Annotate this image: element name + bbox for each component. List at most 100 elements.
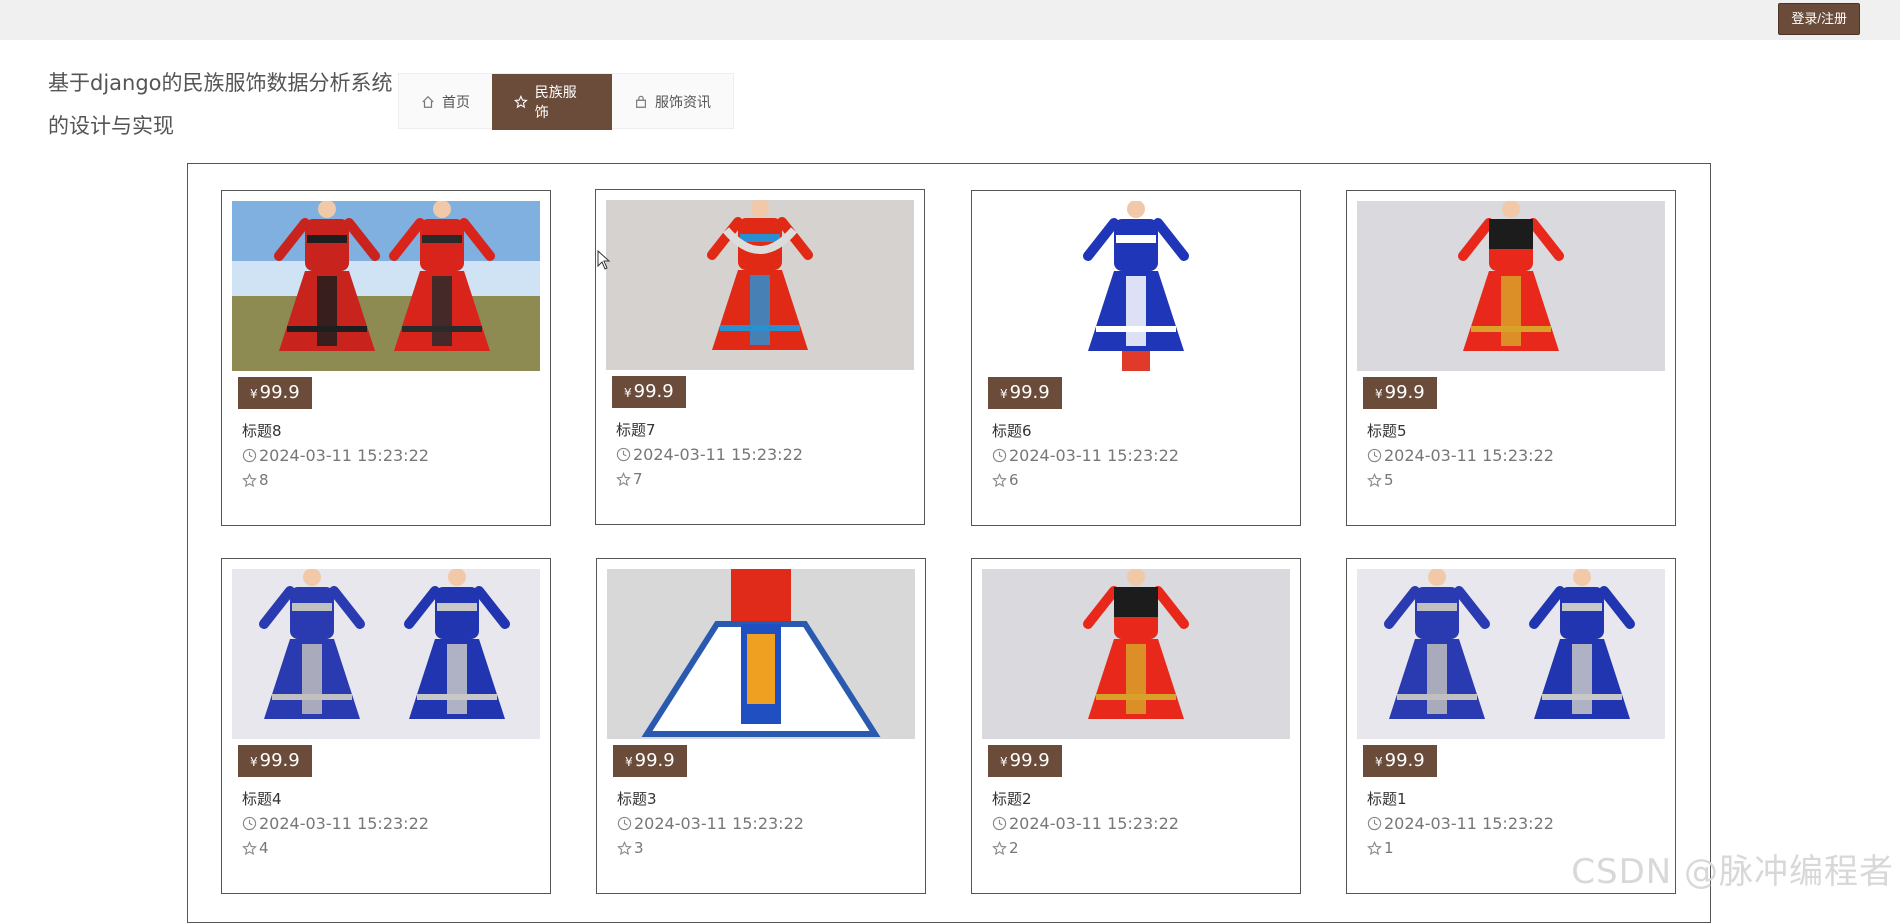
currency-symbol: ¥	[1000, 387, 1008, 401]
product-image[interactable]	[982, 201, 1290, 371]
product-title[interactable]: 标题6	[992, 420, 1032, 441]
top-bar: 登录/注册	[0, 0, 1900, 40]
product-title[interactable]: 标题8	[242, 420, 282, 441]
clock-icon	[1367, 448, 1382, 463]
login-register-button[interactable]: 登录/注册	[1778, 3, 1860, 35]
star-icon	[617, 841, 632, 856]
product-date: 2024-03-11 15:23:22	[616, 445, 803, 464]
product-date: 2024-03-11 15:23:22	[992, 814, 1179, 833]
mouse-cursor-icon	[597, 250, 611, 270]
price-value: 99.9	[1010, 750, 1050, 771]
product-likes: 7	[616, 470, 643, 488]
clock-icon	[617, 816, 632, 831]
price-badge: ¥99.9	[238, 745, 312, 777]
product-title[interactable]: 标题1	[1367, 788, 1407, 809]
star-icon	[992, 473, 1007, 488]
product-title[interactable]: 标题2	[992, 788, 1032, 809]
clock-icon	[992, 448, 1007, 463]
star-icon	[992, 841, 1007, 856]
price-badge: ¥99.9	[1363, 377, 1437, 409]
clock-icon	[992, 816, 1007, 831]
product-title[interactable]: 标题7	[616, 419, 656, 440]
date-text: 2024-03-11 15:23:22	[259, 814, 429, 833]
product-likes: 5	[1367, 471, 1394, 489]
currency-symbol: ¥	[1375, 755, 1383, 769]
product-image[interactable]	[1357, 569, 1665, 739]
product-likes: 6	[992, 471, 1019, 489]
star-icon	[616, 472, 631, 487]
product-date: 2024-03-11 15:23:22	[242, 814, 429, 833]
main-nav: 首页 民族服饰 服饰资讯	[398, 73, 734, 129]
nav-item-label: 服饰资讯	[655, 92, 711, 112]
clock-icon	[1367, 816, 1382, 831]
star-icon	[242, 473, 257, 488]
star-icon	[242, 841, 257, 856]
date-text: 2024-03-11 15:23:22	[633, 445, 803, 464]
product-date: 2024-03-11 15:23:22	[1367, 446, 1554, 465]
price-badge: ¥99.9	[613, 745, 687, 777]
currency-symbol: ¥	[624, 386, 632, 400]
product-date: 2024-03-11 15:23:22	[242, 446, 429, 465]
date-text: 2024-03-11 15:23:22	[634, 814, 804, 833]
price-value: 99.9	[1385, 750, 1425, 771]
product-title[interactable]: 标题3	[617, 788, 657, 809]
price-value: 99.9	[260, 382, 300, 403]
product-card[interactable]: ¥99.9 标题5 2024-03-11 15:23:22 5	[1346, 190, 1676, 526]
nav-item-label: 民族服饰	[535, 82, 590, 122]
likes-count: 7	[633, 470, 643, 488]
price-value: 99.9	[634, 381, 674, 402]
product-date: 2024-03-11 15:23:22	[992, 446, 1179, 465]
nav-item-ethnic-costumes[interactable]: 民族服饰	[492, 74, 612, 130]
product-image[interactable]	[232, 201, 540, 371]
product-title[interactable]: 标题5	[1367, 420, 1407, 441]
currency-symbol: ¥	[250, 755, 258, 769]
star-icon	[1367, 473, 1382, 488]
currency-symbol: ¥	[1000, 755, 1008, 769]
currency-symbol: ¥	[625, 755, 633, 769]
price-badge: ¥99.9	[988, 745, 1062, 777]
date-text: 2024-03-11 15:23:22	[259, 446, 429, 465]
likes-count: 6	[1009, 471, 1019, 489]
site-title: 基于django的民族服饰数据分析系统的设计与实现	[48, 62, 393, 148]
product-image[interactable]	[1357, 201, 1665, 371]
product-image[interactable]	[607, 569, 915, 739]
date-text: 2024-03-11 15:23:22	[1384, 446, 1554, 465]
price-value: 99.9	[1385, 382, 1425, 403]
likes-count: 5	[1384, 471, 1394, 489]
product-likes: 3	[617, 839, 644, 857]
price-value: 99.9	[1010, 382, 1050, 403]
product-card[interactable]: ¥99.9 标题4 2024-03-11 15:23:22 4	[221, 558, 551, 894]
likes-count: 8	[259, 471, 269, 489]
product-card[interactable]: ¥99.9 标题6 2024-03-11 15:23:22 6	[971, 190, 1301, 526]
home-icon	[421, 95, 435, 109]
clock-icon	[242, 448, 257, 463]
nav-item-home[interactable]: 首页	[399, 74, 492, 130]
product-title[interactable]: 标题4	[242, 788, 282, 809]
clock-icon	[616, 447, 631, 462]
product-date: 2024-03-11 15:23:22	[1367, 814, 1554, 833]
product-image[interactable]	[232, 569, 540, 739]
star-icon	[514, 95, 528, 109]
price-badge: ¥99.9	[238, 377, 312, 409]
date-text: 2024-03-11 15:23:22	[1009, 814, 1179, 833]
product-card[interactable]: ¥99.9 标题2 2024-03-11 15:23:22 2	[971, 558, 1301, 894]
product-image[interactable]	[606, 200, 914, 370]
nav-item-costume-news[interactable]: 服饰资讯	[612, 74, 733, 130]
product-card[interactable]: ¥99.9 标题7 2024-03-11 15:23:22 7	[595, 189, 925, 525]
product-image[interactable]	[982, 569, 1290, 739]
likes-count: 1	[1384, 839, 1394, 857]
price-badge: ¥99.9	[988, 377, 1062, 409]
price-badge: ¥99.9	[612, 376, 686, 408]
bag-icon	[634, 95, 648, 109]
product-likes: 2	[992, 839, 1019, 857]
star-icon	[1367, 841, 1382, 856]
likes-count: 3	[634, 839, 644, 857]
product-card[interactable]: ¥99.9 标题3 2024-03-11 15:23:22 3	[596, 558, 926, 894]
price-value: 99.9	[260, 750, 300, 771]
price-badge: ¥99.9	[1363, 745, 1437, 777]
product-card[interactable]: ¥99.9 标题8 2024-03-11 15:23:22 8	[221, 190, 551, 526]
product-likes: 1	[1367, 839, 1394, 857]
likes-count: 4	[259, 839, 269, 857]
product-likes: 4	[242, 839, 269, 857]
product-date: 2024-03-11 15:23:22	[617, 814, 804, 833]
